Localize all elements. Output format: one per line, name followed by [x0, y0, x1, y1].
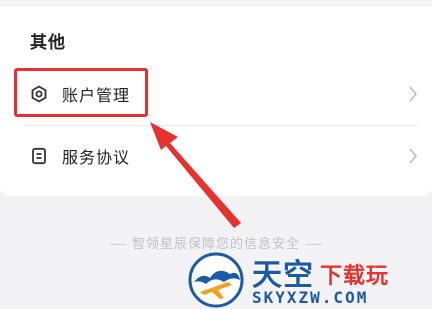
watermark-logo-icon: [188, 252, 244, 308]
watermark-domain: SKYXZW.COM: [252, 288, 369, 307]
service-agreement-label: 服务协议: [62, 148, 131, 167]
watermark-tagline: 下载玩: [320, 264, 390, 289]
settings-page: 其他 账户管理 服务协议 智领星辰保障您的信息安全 天空 下载玩 SKYXZW.…: [0, 0, 432, 309]
top-strip: [0, 0, 432, 6]
chevron-right-icon: [409, 148, 417, 164]
left-dash: [109, 244, 126, 245]
document-icon: [32, 147, 46, 165]
row-divider: [22, 125, 418, 126]
service-agreement-row[interactable]: 服务协议: [0, 130, 432, 182]
chevron-right-icon: [409, 86, 417, 102]
section-title: 其他: [30, 33, 66, 53]
site-watermark: 天空 下载玩 SKYXZW.COM: [188, 248, 432, 309]
right-dash: [306, 244, 322, 245]
highlight-box: [14, 68, 148, 117]
